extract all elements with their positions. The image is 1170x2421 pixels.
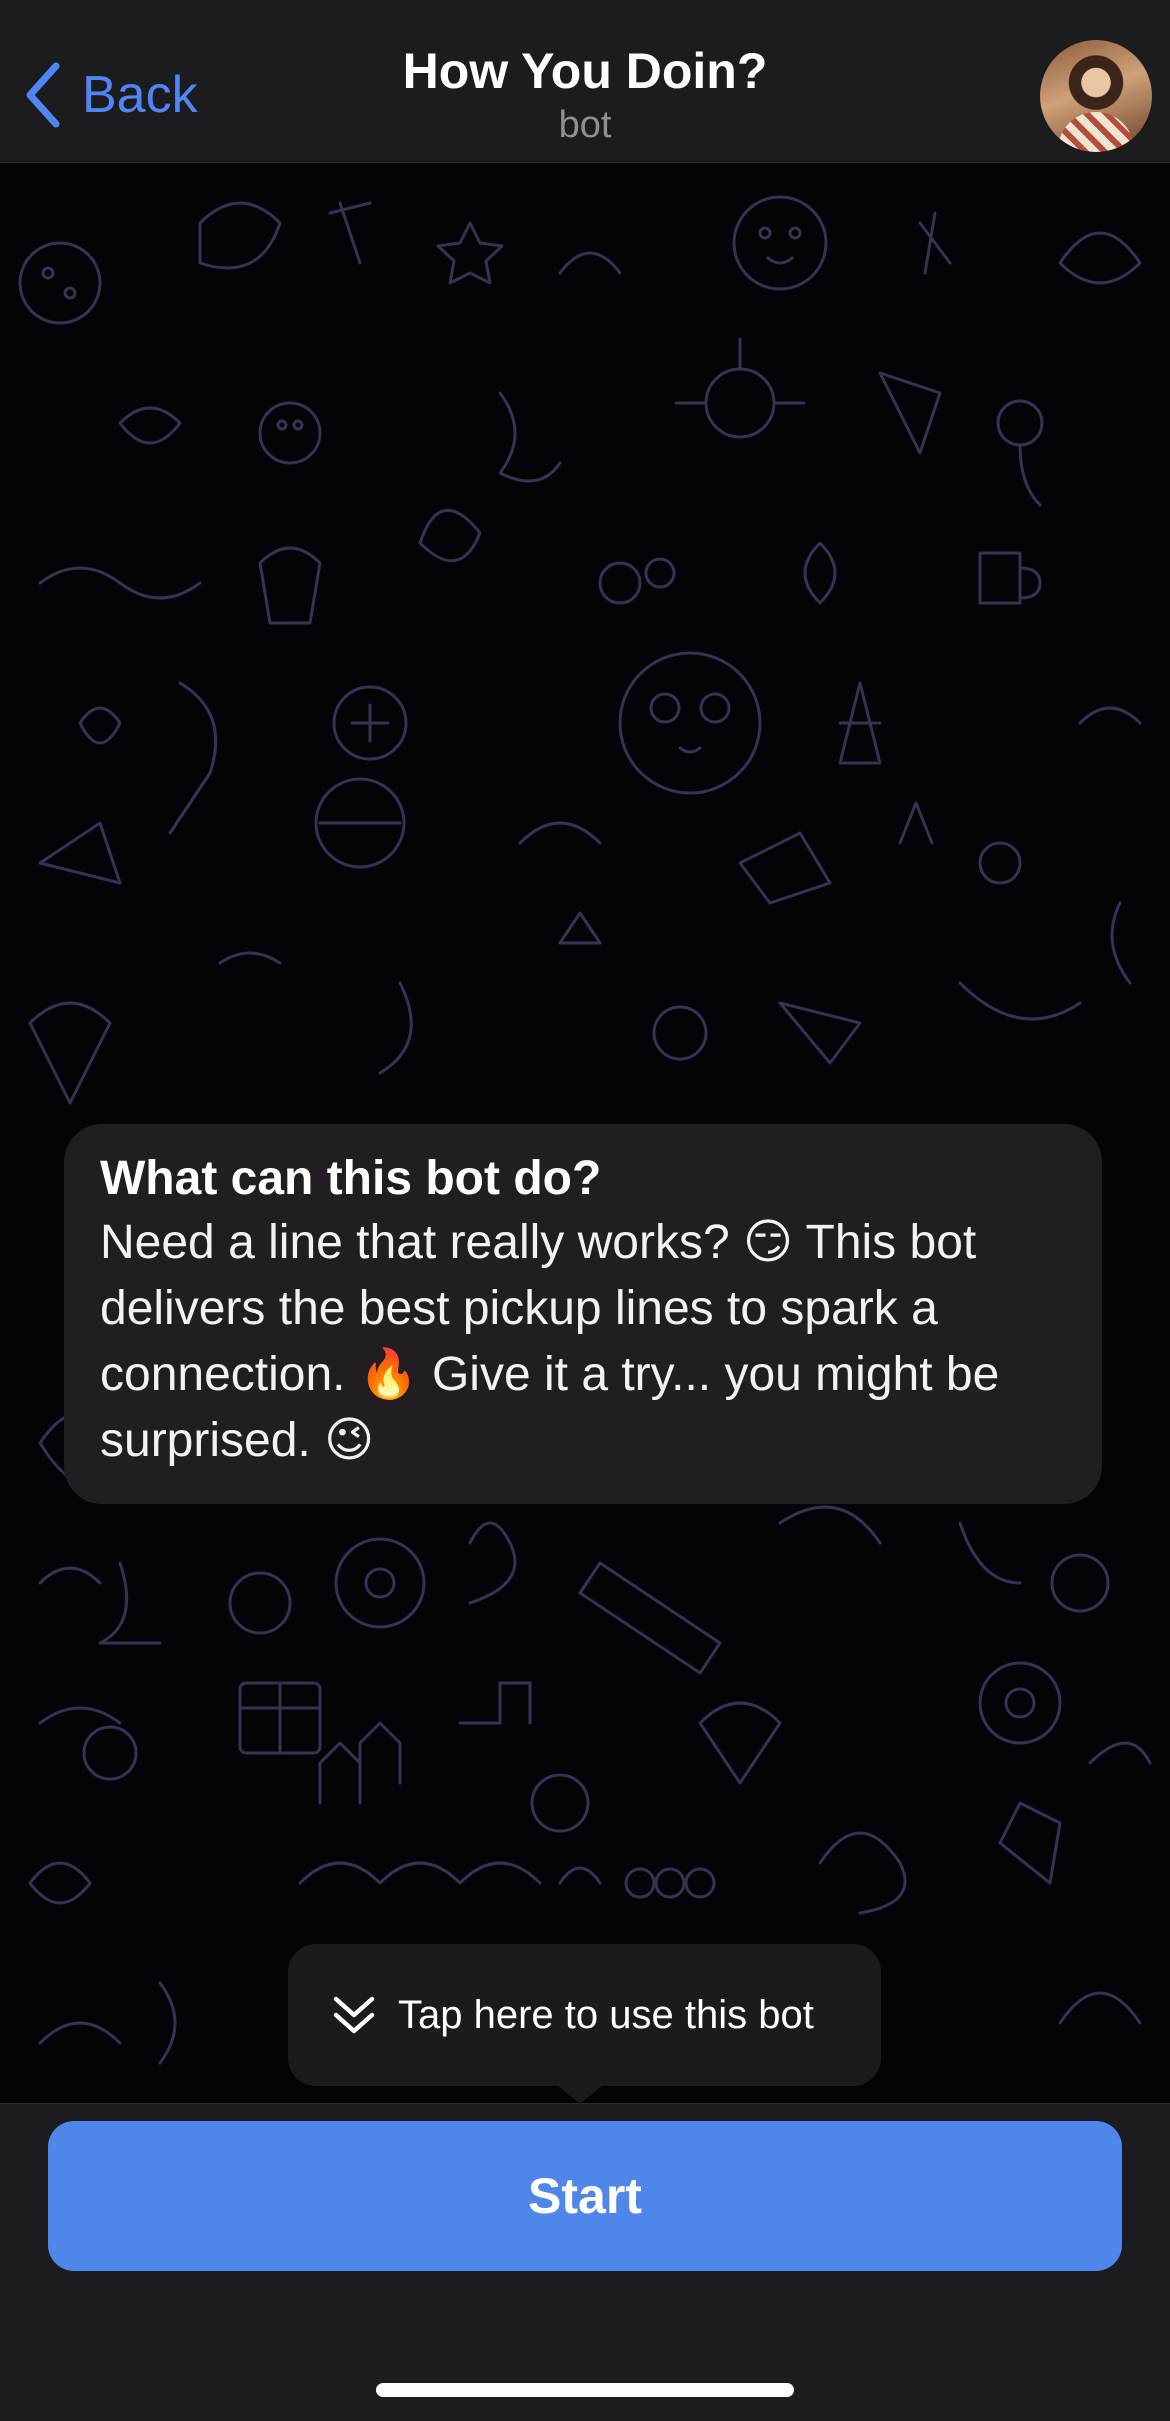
chat-background: What can this bot do? Need a line that r… [0, 163, 1170, 2103]
bot-avatar[interactable] [1040, 40, 1152, 152]
bot-info-card: What can this bot do? Need a line that r… [64, 1124, 1102, 1504]
bot-info-title: What can this bot do? [100, 1152, 602, 1205]
chat-header: Back How You Doin? bot [0, 0, 1170, 163]
tooltip-tail [556, 2084, 604, 2104]
chat-title-block[interactable]: How You Doin? bot [0, 40, 1170, 148]
tooltip-label: Tap here to use this bot [398, 1992, 814, 2037]
start-button[interactable]: Start [48, 2121, 1122, 2271]
double-chevron-down-icon [333, 1996, 375, 2034]
avatar-shirt [1058, 112, 1134, 152]
chat-title: How You Doin? [402, 43, 768, 99]
home-indicator[interactable] [376, 2383, 794, 2397]
bot-info-description: Need a line that really works? 😏 This bo… [100, 1216, 1000, 1467]
chat-subtitle: bot [558, 104, 612, 146]
use-bot-tooltip[interactable]: Tap here to use this bot [288, 1944, 881, 2086]
